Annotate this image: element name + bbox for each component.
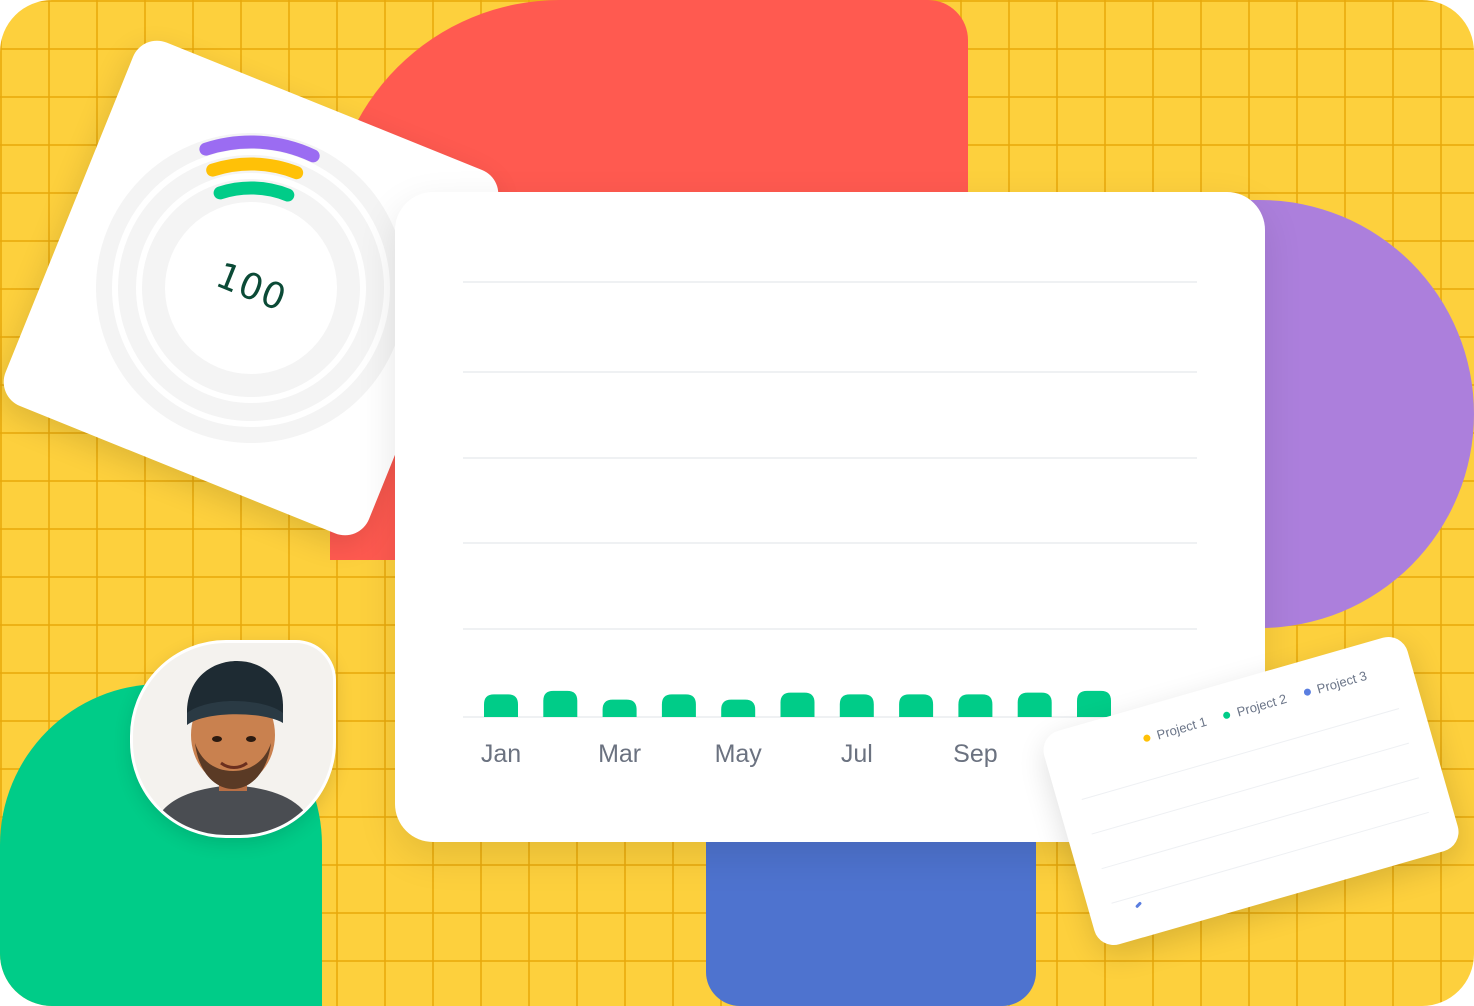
x-tick-label: Jul [841,740,873,768]
bar-oct [1017,692,1052,717]
legend-gridline [1101,777,1419,870]
legend-label: Project 1 [1154,713,1209,743]
legend-dot-icon [1302,687,1312,697]
legend-gridline [1091,742,1410,835]
bar-jul [839,694,874,717]
x-tick-label: Sep [953,740,997,768]
avatar [130,640,336,838]
bar-apr [661,694,696,717]
bar-sep [958,694,993,717]
legend-gridline [1111,811,1429,904]
legend-item-project-1: Project 1 [1141,714,1208,746]
legend-label: Project 2 [1235,690,1289,720]
legend-item-project-2: Project 2 [1222,690,1289,723]
bar-jun [780,692,815,717]
x-tick-label: Jan [481,740,521,768]
bar-mar [602,699,637,717]
bar-aug [899,694,934,717]
legend-gridline [1081,708,1400,800]
legend-dot-icon [1142,733,1152,743]
bar-may [721,699,756,717]
bar-jan [484,694,518,717]
hero-illustration: 100 JanMarMayJulSepNo Project 1 Pro [0,0,1474,1006]
bar-feb [543,690,578,717]
bar-no [1077,690,1111,717]
series-mark-icon [1135,901,1143,909]
user-avatar-icon [133,643,333,835]
legend-dot-icon [1222,710,1232,720]
legend-label: Project 3 [1315,667,1369,697]
x-tick-label: Mar [598,740,641,768]
legend-item-project-3: Project 3 [1302,668,1369,700]
x-tick-label: May [715,740,763,768]
